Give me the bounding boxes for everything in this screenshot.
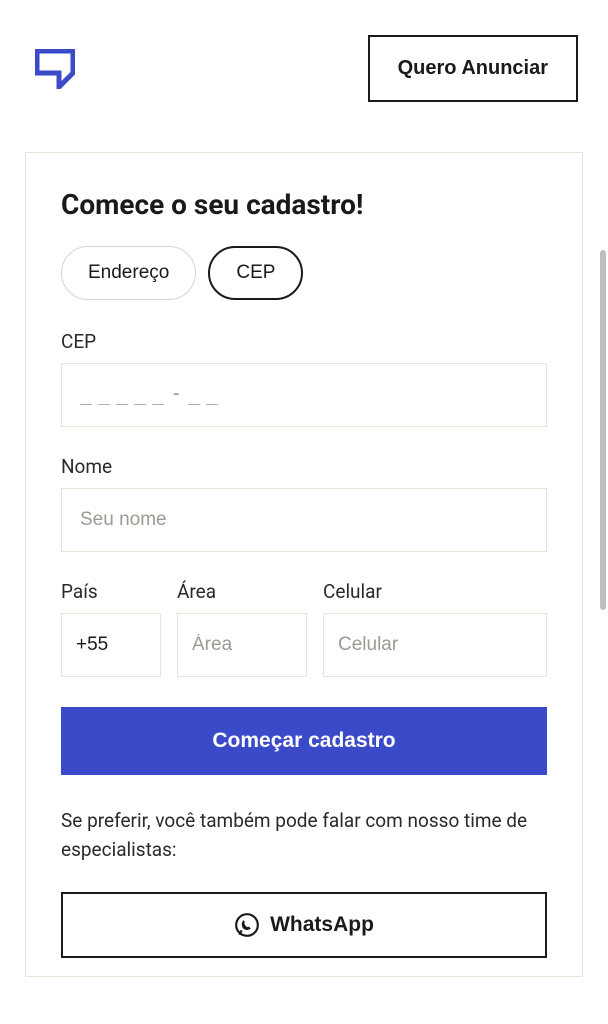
submit-button[interactable]: Começar cadastro xyxy=(61,707,547,775)
tab-address[interactable]: Endereço xyxy=(61,246,196,300)
area-input[interactable] xyxy=(177,613,307,677)
tab-cep[interactable]: CEP xyxy=(208,246,303,300)
whatsapp-label: WhatsApp xyxy=(270,913,374,937)
help-text: Se preferir, você também pode falar com … xyxy=(61,807,547,864)
phone-row: País Área Celular xyxy=(61,580,547,677)
announce-button[interactable]: Quero Anunciar xyxy=(368,35,578,102)
card-title: Comece o seu cadastro! xyxy=(61,188,547,221)
country-label: País xyxy=(61,580,161,603)
whatsapp-icon xyxy=(234,912,260,938)
cep-input[interactable] xyxy=(61,363,547,427)
logo-icon xyxy=(35,49,75,89)
name-label: Nome xyxy=(61,455,547,478)
area-label: Área xyxy=(177,580,307,603)
area-col: Área xyxy=(177,580,307,677)
whatsapp-button[interactable]: WhatsApp xyxy=(61,892,547,958)
country-col: País xyxy=(61,580,161,677)
header: Quero Anunciar xyxy=(0,0,608,122)
tab-group: Endereço CEP xyxy=(61,246,547,300)
country-input[interactable] xyxy=(61,613,161,677)
scrollbar[interactable] xyxy=(600,250,606,610)
name-input[interactable] xyxy=(61,488,547,552)
registration-card: Comece o seu cadastro! Endereço CEP CEP … xyxy=(25,152,583,977)
cep-label: CEP xyxy=(61,330,547,353)
cell-input[interactable] xyxy=(323,613,547,677)
cell-col: Celular xyxy=(323,580,547,677)
cell-label: Celular xyxy=(323,580,547,603)
